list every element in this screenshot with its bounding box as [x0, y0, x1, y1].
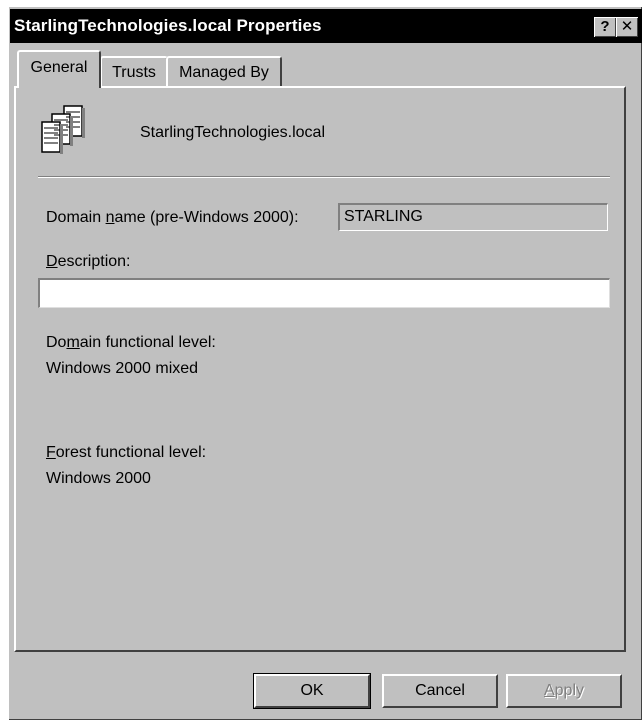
window-title: StarlingTechnologies.local Properties — [14, 16, 322, 35]
pre2000-name-label: Domain name (pre-Windows 2000): — [46, 209, 299, 226]
forest-functional-level-label: Forest functional level: — [46, 444, 207, 461]
pre2000-name-field[interactable]: STARLING — [338, 203, 608, 231]
title-bar[interactable]: StarlingTechnologies.local Properties ? … — [10, 9, 642, 43]
tab-general[interactable]: General — [17, 50, 101, 88]
forest-functional-level-value: Windows 2000 — [46, 470, 151, 487]
tab-label: Trusts — [112, 64, 156, 81]
apply-button[interactable]: Apply — [506, 674, 622, 708]
domain-icon — [41, 105, 85, 154]
description-label: Description: — [46, 253, 131, 270]
tab-managed-by[interactable]: Managed By — [166, 56, 282, 88]
tab-label: General — [30, 59, 88, 76]
close-button[interactable]: ✕ — [616, 17, 638, 37]
tab-trusts[interactable]: Trusts — [100, 56, 168, 88]
help-button[interactable]: ? — [594, 17, 616, 37]
tab-label: Managed By — [179, 64, 269, 81]
domain-name-heading: StarlingTechnologies.local — [140, 124, 325, 141]
description-input[interactable] — [38, 278, 610, 308]
domain-functional-level-value: Windows 2000 mixed — [46, 360, 199, 377]
ok-button[interactable]: OK — [253, 673, 371, 709]
domain-functional-level-label: Domain functional level: — [46, 334, 216, 351]
divider — [38, 176, 610, 178]
cancel-button[interactable]: Cancel — [382, 674, 498, 708]
